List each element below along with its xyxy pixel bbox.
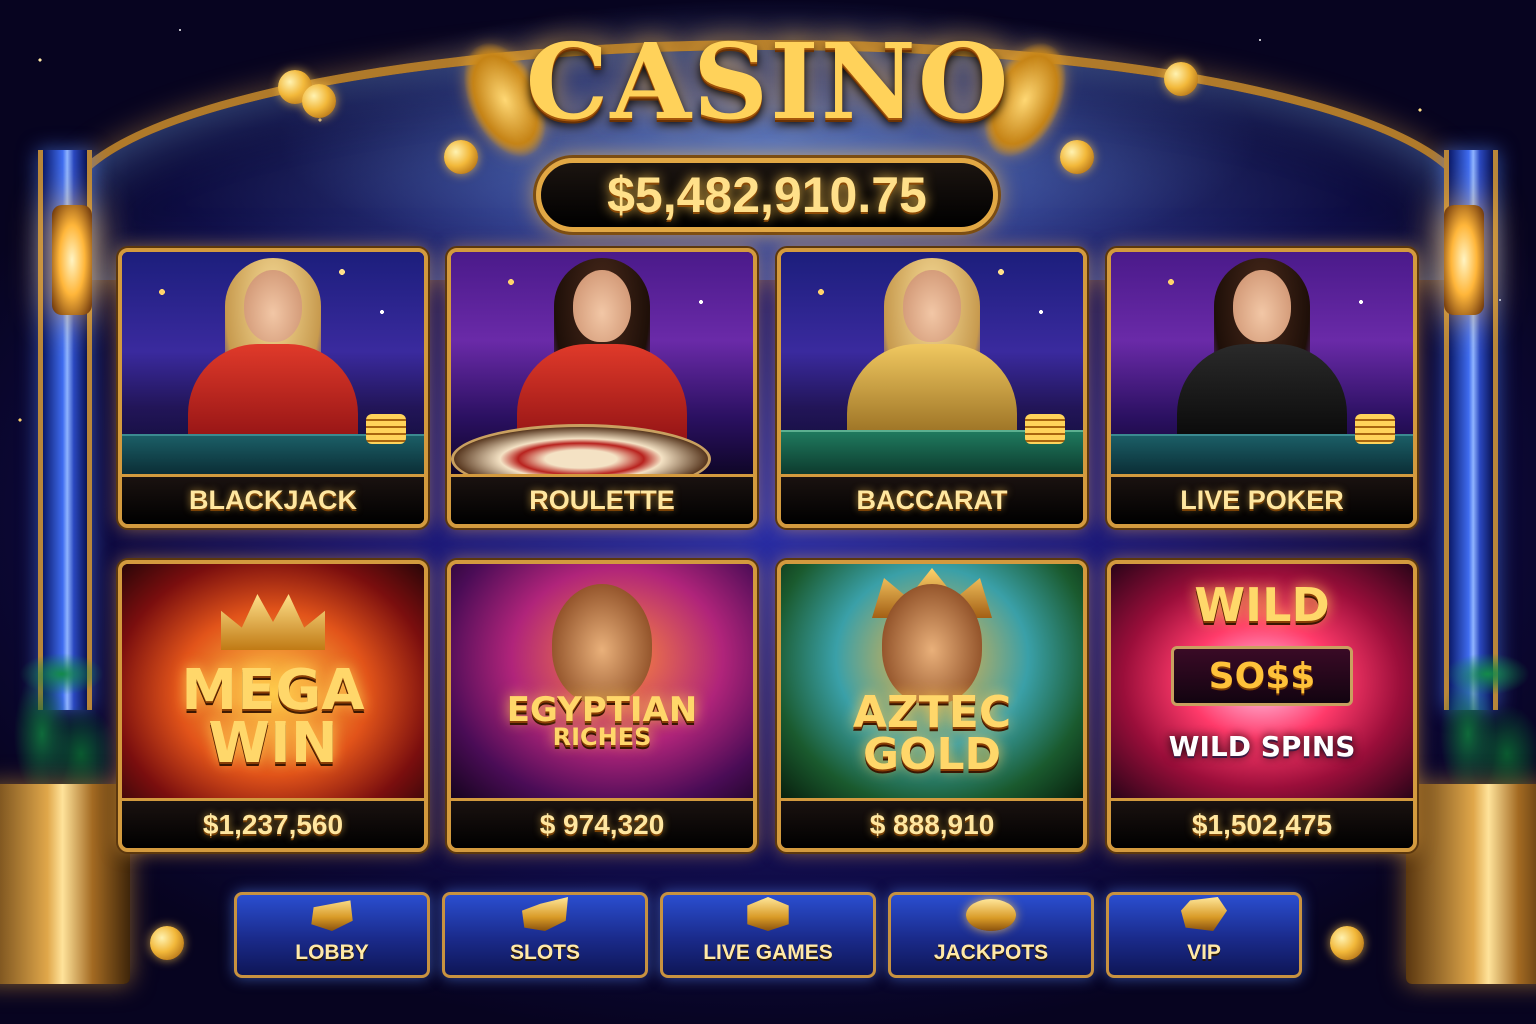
slot-jackpot: $1,237,560 — [202, 808, 344, 840]
slot-title-wild: WILD — [1194, 578, 1330, 632]
crown-icon — [221, 594, 325, 650]
nav-label: JACKPOTS — [933, 941, 1049, 964]
nav-label: LOBBY — [295, 941, 369, 964]
nav-label: VIP — [1187, 941, 1221, 964]
left-gold-pedestal — [0, 784, 130, 984]
chip-stack-icon — [1025, 414, 1065, 444]
gold-coin-icon — [444, 140, 478, 174]
game-label-strip: LIVE POKER — [1111, 474, 1413, 524]
slot-jackpot-strip: $1,502,475 — [1111, 798, 1413, 848]
left-lantern — [52, 205, 92, 315]
game-label-strip: ROULETTE — [451, 474, 753, 524]
aztec-warrior-figure — [882, 584, 982, 704]
dealer-face — [1233, 270, 1291, 342]
nav-tab-slots[interactable]: SLOTS — [442, 892, 648, 978]
nav-label: LIVE GAMES — [703, 941, 833, 964]
nav-tab-lobby[interactable]: LOBBY — [234, 892, 430, 978]
slot-jackpot: $ 888,910 — [869, 808, 995, 840]
slot-jackpot-strip: $1,237,560 — [122, 798, 424, 848]
baccarat-dealer-art — [781, 252, 1083, 474]
mega-win-art: MEGA WIN — [122, 564, 424, 798]
chip-stack-icon — [366, 414, 406, 444]
slot-card-mega-win[interactable]: MEGA WIN $1,237,560 — [118, 560, 428, 852]
game-label: ROULETTE — [529, 485, 675, 515]
dealer-face — [244, 270, 302, 342]
logo-container: CASINO — [0, 30, 1536, 134]
total-jackpot-value: $5,482,910.75 — [607, 167, 927, 223]
egyptian-queen-figure — [552, 584, 652, 704]
egyptian-riches-art: EGYPTIAN RICHES — [451, 564, 753, 798]
slot-jackpot-strip: $ 888,910 — [781, 798, 1083, 848]
live-games-icon — [747, 897, 789, 931]
total-jackpot-banner: $5,482,910.75 — [536, 158, 998, 232]
game-label-strip: BLACKJACK — [122, 474, 424, 524]
slot-jackpot: $ 974,320 — [539, 808, 665, 840]
game-card-blackjack[interactable]: BLACKJACK — [118, 248, 428, 528]
right-gold-pedestal — [1406, 784, 1536, 984]
nav-tab-vip[interactable]: VIP — [1106, 892, 1302, 978]
roulette-dealer-art — [451, 252, 753, 494]
game-label: BACCARAT — [856, 485, 1008, 515]
gold-coin-icon — [1060, 140, 1094, 174]
game-card-baccarat[interactable]: BACCARAT — [777, 248, 1087, 528]
game-label-strip: BACCARAT — [781, 474, 1083, 524]
slot-card-wild-spins[interactable]: WILD SO$$ WILD SPINS $1,502,475 — [1107, 560, 1417, 852]
gold-coin-icon — [150, 926, 184, 960]
slot-title: EGYPTIAN RICHES — [451, 693, 753, 752]
slot-title-line2: GOLD — [862, 728, 1002, 780]
slot-jackpot-strip: $ 974,320 — [451, 798, 753, 848]
slot-reel-display: SO$$ — [1171, 646, 1353, 706]
slot-title: MEGA WIN — [122, 663, 424, 772]
nav-tab-jackpots[interactable]: JACKPOTS — [888, 892, 1094, 978]
dealer-face — [903, 270, 961, 342]
vip-icon — [1181, 897, 1227, 931]
nav-label: SLOTS — [509, 941, 580, 964]
lobby-icon — [311, 900, 353, 931]
game-label: BLACKJACK — [189, 485, 357, 515]
slots-icon — [522, 897, 568, 931]
game-card-roulette[interactable]: ROULETTE — [447, 248, 757, 528]
slot-title-wild-spins: WILD SPINS — [1168, 730, 1356, 763]
live-poker-dealer-art — [1111, 252, 1413, 474]
blackjack-dealer-art — [122, 252, 424, 474]
gold-coin-icon — [1330, 926, 1364, 960]
slot-jackpot: $1,502,475 — [1191, 808, 1333, 840]
chip-stack-icon — [1355, 414, 1395, 444]
nav-tab-live-games[interactable]: LIVE GAMES — [660, 892, 876, 978]
dealer-face — [573, 270, 631, 342]
game-card-live-poker[interactable]: LIVE POKER — [1107, 248, 1417, 528]
slot-card-egyptian-riches[interactable]: EGYPTIAN RICHES $ 974,320 — [447, 560, 757, 852]
slot-title: AZTEC GOLD — [781, 691, 1083, 777]
casino-logo: CASINO — [525, 20, 1011, 143]
right-lantern — [1444, 205, 1484, 315]
slot-card-aztec-gold[interactable]: AZTEC GOLD $ 888,910 — [777, 560, 1087, 852]
game-label: LIVE POKER — [1180, 485, 1344, 515]
aztec-gold-art: AZTEC GOLD — [781, 564, 1083, 798]
jackpots-icon — [966, 899, 1016, 931]
slot-title-line2: RICHES — [552, 723, 652, 752]
wild-spins-art: WILD SO$$ WILD SPINS — [1111, 564, 1413, 798]
slot-title-line2: WIN — [208, 711, 338, 777]
